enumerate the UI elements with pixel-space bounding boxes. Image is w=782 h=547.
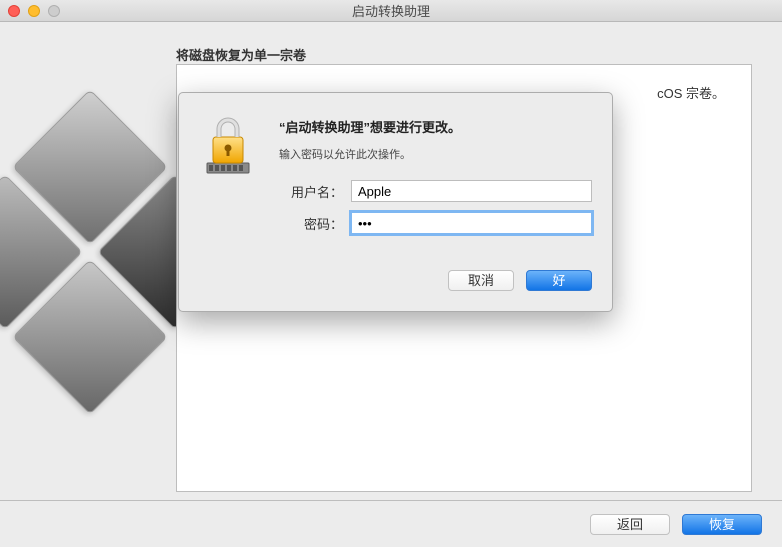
- cancel-button[interactable]: 取消: [448, 270, 514, 291]
- restore-button[interactable]: 恢复: [682, 514, 762, 535]
- zoom-icon: [48, 5, 60, 17]
- titlebar: 启动转换助理: [0, 0, 782, 22]
- auth-subtitle: 输入密码以允许此次操作。: [279, 146, 592, 162]
- password-field[interactable]: [351, 212, 592, 234]
- window-title: 启动转换助理: [0, 1, 782, 20]
- close-icon[interactable]: [8, 5, 20, 17]
- traffic-lights: [0, 5, 60, 17]
- username-field[interactable]: [351, 180, 592, 202]
- auth-dialog: “启动转换助理”想要进行更改。 输入密码以允许此次操作。 用户名： 密码： 取消…: [178, 92, 613, 312]
- lock-icon: [199, 113, 279, 244]
- minimize-icon[interactable]: [28, 5, 40, 17]
- page-heading: 将磁盘恢复为单一宗卷: [176, 45, 306, 64]
- username-label: 用户名：: [279, 182, 343, 201]
- back-button[interactable]: 返回: [590, 514, 670, 535]
- ok-button[interactable]: 好: [526, 270, 592, 291]
- body-text-fragment: cOS 宗卷。: [657, 83, 725, 102]
- auth-title: “启动转换助理”想要进行更改。: [279, 117, 592, 136]
- password-label: 密码：: [279, 214, 343, 233]
- bottom-bar: 返回 恢复: [0, 500, 782, 547]
- content-area: 将磁盘恢复为单一宗卷 cOS 宗卷。 返回 恢复: [0, 22, 782, 547]
- bootcamp-logo: [0, 102, 190, 442]
